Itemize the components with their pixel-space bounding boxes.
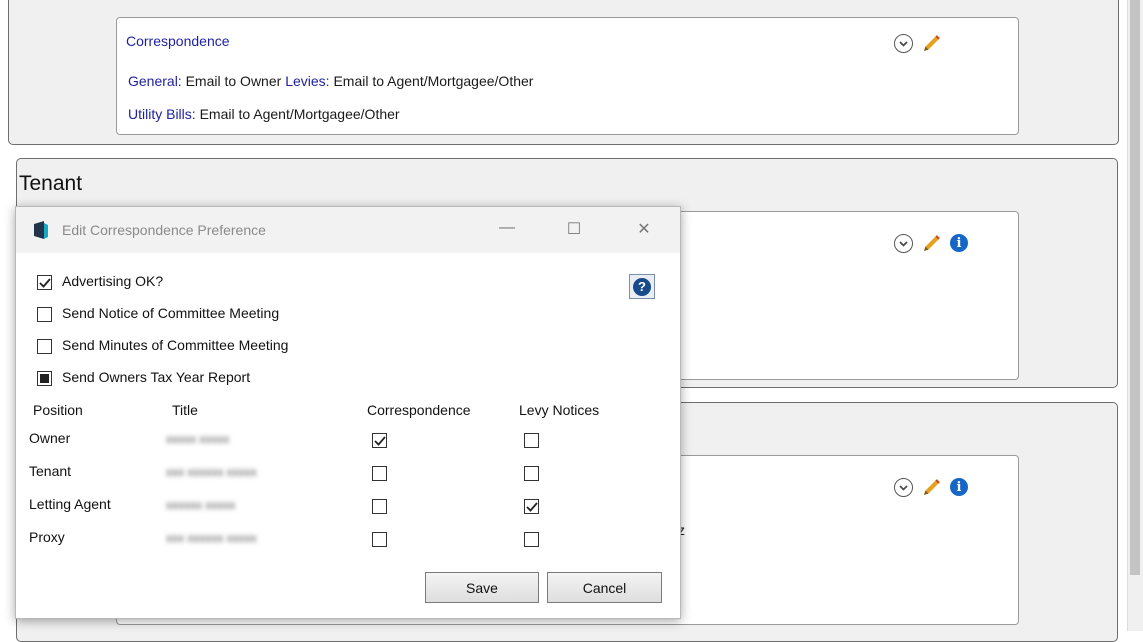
proxy-correspondence-checkbox[interactable] <box>372 532 387 547</box>
row-title-redacted: xxx xxxxxx xxxxx <box>166 531 257 545</box>
send-minutes-label: Send Minutes of Committee Meeting <box>62 337 289 353</box>
save-button[interactable]: Save <box>425 572 539 603</box>
expand-chevron-icon[interactable] <box>894 234 913 253</box>
help-button[interactable]: ? <box>629 274 655 299</box>
owner-levy-checkbox[interactable] <box>524 433 539 448</box>
edit-pencil-icon[interactable] <box>921 32 943 54</box>
agent-correspondence-checkbox[interactable] <box>372 499 387 514</box>
utility-value: Email to Agent/Mortgagee/Other <box>199 106 400 122</box>
tenant-levy-checkbox[interactable] <box>524 466 539 481</box>
advertising-ok-checkbox[interactable] <box>37 275 52 290</box>
tenant-section-title: Tenant <box>19 172 83 195</box>
send-tax-report-checkbox[interactable] <box>37 371 52 386</box>
send-tax-report-label: Send Owners Tax Year Report <box>62 369 251 385</box>
help-question-icon: ? <box>633 277 651 296</box>
expand-chevron-icon[interactable] <box>894 478 913 497</box>
levy-notices-column-header: Levy Notices <box>519 402 600 418</box>
row-position: Letting Agent <box>29 496 111 512</box>
row-title-redacted: xxxxxx xxxxx <box>166 498 236 512</box>
levies-value: Email to Agent/Mortgagee/Other <box>333 73 534 89</box>
row-title-redacted: xxx xxxxxx xxxxx <box>166 465 257 479</box>
title-column-header: Title <box>172 402 198 418</box>
indeterminate-indicator <box>40 374 49 383</box>
advertising-ok-label: Advertising OK? <box>62 273 164 289</box>
correspondence-line-1: General: Email to Owner Levies: Email to… <box>128 73 533 89</box>
row-position: Proxy <box>29 529 65 545</box>
proxy-levy-checkbox[interactable] <box>524 532 539 547</box>
agent-levy-checkbox[interactable] <box>524 499 539 514</box>
info-icon[interactable]: i <box>950 234 968 252</box>
edit-pencil-icon[interactable] <box>921 232 943 254</box>
correspondence-title: Correspondence <box>126 33 230 49</box>
send-minutes-checkbox[interactable] <box>37 339 52 354</box>
app-logo-icon <box>33 221 49 239</box>
dialog-titlebar[interactable]: Edit Correspondence Preference — ☐ ✕ <box>16 207 680 253</box>
maximize-button[interactable]: ☐ <box>559 219 589 239</box>
edit-correspondence-dialog: Edit Correspondence Preference — ☐ ✕ Adv… <box>15 206 681 619</box>
scrollbar-thumb[interactable] <box>1130 0 1140 575</box>
info-icon[interactable]: i <box>950 478 968 496</box>
minimize-button[interactable]: — <box>492 219 522 237</box>
tenant-correspondence-checkbox[interactable] <box>372 466 387 481</box>
send-notice-label: Send Notice of Committee Meeting <box>62 305 280 321</box>
close-button[interactable]: ✕ <box>629 219 659 239</box>
general-label: General: <box>128 73 182 89</box>
send-notice-checkbox[interactable] <box>37 307 52 322</box>
edit-pencil-icon[interactable] <box>921 476 943 498</box>
correspondence-line-2: Utility Bills: Email to Agent/Mortgagee/… <box>128 106 400 122</box>
row-position: Owner <box>29 430 71 446</box>
owner-correspondence-card: Correspondence General: Email to Owner L… <box>116 17 1019 135</box>
expand-chevron-icon[interactable] <box>894 34 913 53</box>
dialog-title: Edit Correspondence Preference <box>62 222 266 238</box>
row-title-redacted: xxxxx xxxxx <box>166 432 230 446</box>
levies-label: Levies: <box>285 73 330 89</box>
cancel-button[interactable]: Cancel <box>547 572 662 603</box>
utility-label: Utility Bills: <box>128 106 196 122</box>
correspondence-column-header: Correspondence <box>367 402 471 418</box>
general-value: Email to Owner <box>185 73 282 89</box>
position-column-header: Position <box>33 402 83 418</box>
owner-correspondence-checkbox[interactable] <box>372 433 387 448</box>
row-position: Tenant <box>29 463 72 479</box>
